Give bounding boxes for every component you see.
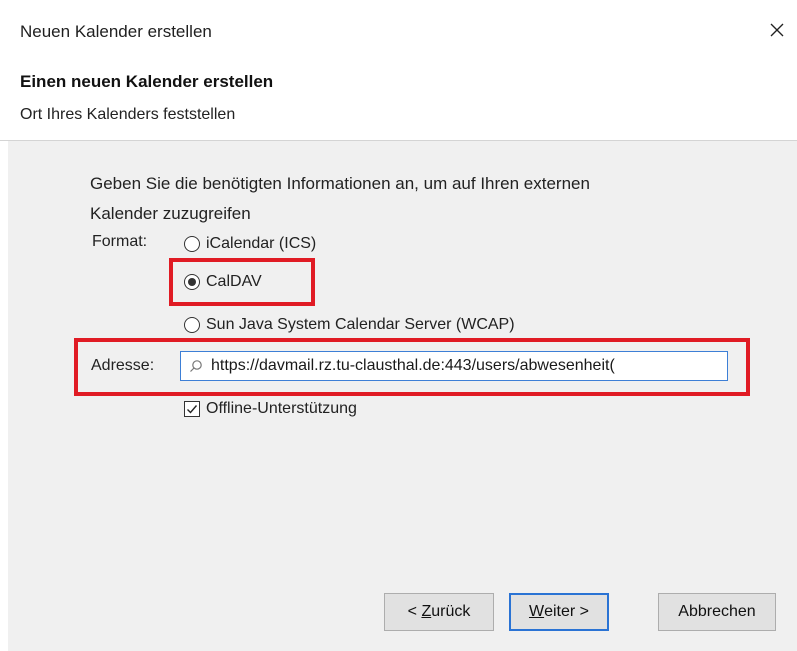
next-button-rest: eiter >	[544, 603, 590, 620]
wizard-header: Einen neuen Kalender erstellen Ort Ihres…	[0, 64, 797, 141]
radio-caldav[interactable]: CalDAV	[184, 269, 262, 295]
close-button[interactable]	[759, 12, 795, 48]
radio-caldav-label: CalDAV	[206, 273, 262, 290]
close-icon	[770, 23, 784, 37]
back-button-rest: urück	[431, 603, 471, 620]
search-icon	[189, 359, 203, 373]
address-input[interactable]: https://davmail.rz.tu-clausthal.de:443/u…	[180, 351, 728, 381]
intro-text: Geben Sie die benötigten Informationen a…	[90, 169, 710, 229]
checkmark-icon	[187, 405, 198, 414]
radio-ics[interactable]: iCalendar (ICS)	[184, 231, 316, 257]
radio-ics-label: iCalendar (ICS)	[206, 235, 317, 252]
radio-wcap-label: Sun Java System Calendar Server (WCAP)	[206, 316, 515, 333]
radio-caldav-indicator[interactable]	[184, 274, 200, 290]
dialog-window: Neuen Kalender erstellen Einen neuen Kal…	[0, 0, 797, 651]
address-label: Adresse:	[91, 357, 155, 374]
wizard-title: Einen neuen Kalender erstellen	[20, 72, 274, 91]
cancel-button[interactable]: Abbrechen	[658, 593, 776, 631]
back-button-accel: Z	[421, 603, 432, 620]
radio-wcap-indicator[interactable]	[184, 317, 200, 333]
window-title: Neuen Kalender erstellen	[20, 22, 212, 41]
address-value: https://davmail.rz.tu-clausthal.de:443/u…	[211, 357, 615, 374]
next-button[interactable]: Weiter >	[509, 593, 609, 631]
intro-line-2: Kalender zuzugreifen	[90, 204, 251, 223]
next-button-accel: W	[528, 603, 545, 620]
offline-support-label: Offline-Unterstützung	[206, 400, 357, 417]
wizard-content: Geben Sie die benötigten Informationen a…	[8, 141, 797, 651]
title-bar: Neuen Kalender erstellen	[0, 0, 797, 64]
wizard-subtitle: Ort Ihres Kalenders feststellen	[20, 106, 236, 123]
radio-ics-indicator[interactable]	[184, 236, 200, 252]
back-button-prefix: <	[407, 603, 422, 620]
offline-support-checkbox-row[interactable]: Offline-Unterstützung	[184, 396, 357, 422]
format-label: Format:	[92, 233, 148, 250]
intro-line-1: Geben Sie die benötigten Informationen a…	[90, 174, 590, 193]
back-button[interactable]: < Zurück	[384, 593, 494, 631]
offline-support-checkbox[interactable]	[184, 401, 200, 417]
radio-wcap[interactable]: Sun Java System Calendar Server (WCAP)	[184, 312, 515, 338]
